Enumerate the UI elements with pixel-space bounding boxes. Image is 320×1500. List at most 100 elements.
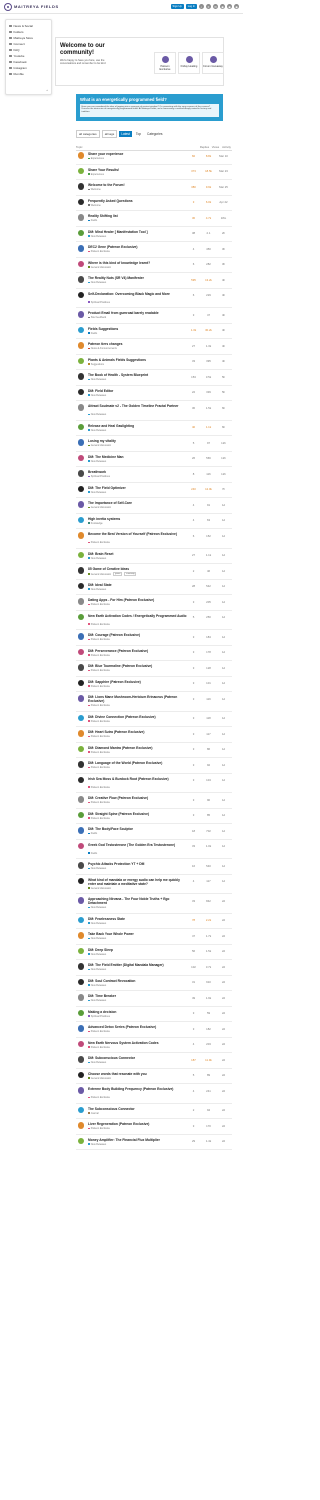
activity-time[interactable]: 2d: [218, 1027, 229, 1031]
author-avatar[interactable]: [78, 551, 85, 559]
activity-time[interactable]: 3h: [218, 262, 229, 266]
topic-title[interactable]: Share your experience: [88, 152, 188, 156]
activity-time[interactable]: Mar 23: [218, 169, 229, 173]
topic-title[interactable]: DM: The Body/Face Sculptor: [88, 827, 188, 831]
topic-title[interactable]: Patreon tiers changes: [88, 342, 188, 346]
topic-row[interactable]: Choose words that resonate with you Gener…: [76, 1069, 232, 1084]
activity-time[interactable]: 2h: [218, 231, 229, 235]
topic-row[interactable]: High inertia systems Knowledge 4 63 1d: [76, 514, 232, 529]
author-avatar[interactable]: [78, 679, 85, 687]
topic-row[interactable]: DM: Fearlessness State New Releases 78 2.2k…: [76, 914, 232, 929]
topic-row[interactable]: DM: Diamond Mantra (Patreon Exclusive) Pa…: [76, 743, 232, 758]
topic-category[interactable]: Spiritual Practices: [88, 475, 110, 478]
topic-row[interactable]: DM: Mind Healer [ Manifestation Tool ] Ne…: [76, 227, 232, 242]
categories-dropdown[interactable]: all categories: [76, 130, 100, 138]
topic-tag[interactable]: creativity: [124, 572, 137, 576]
author-avatar[interactable]: [78, 664, 85, 671]
topic-row[interactable]: Frequently Asked Questions Welcome 3 6.0k Ap…: [76, 196, 232, 211]
topic-title[interactable]: Psychic Attacks Protection YT + DM: [88, 862, 188, 866]
topic-title[interactable]: Where is this kind of knowledge learnt?: [88, 261, 188, 265]
author-avatar[interactable]: [78, 1106, 85, 1114]
author-avatar[interactable]: [78, 245, 85, 252]
author-avatar[interactable]: [78, 877, 85, 885]
activity-time[interactable]: 1d: [218, 829, 229, 833]
topic-row[interactable]: Product Email from gumroad barely readab…: [76, 308, 232, 324]
welcome-card-giveaway[interactable]: Forum Giveaway: [202, 52, 224, 74]
topic-category[interactable]: News & Announcements: [88, 347, 117, 350]
welcome-card-healing[interactable]: Friday Healing: [178, 52, 200, 74]
social-icon-2[interactable]: ◉: [227, 4, 232, 9]
activity-time[interactable]: 4h: [218, 328, 229, 332]
topic-category[interactable]: Patreon Exclusive: [88, 1046, 110, 1049]
author-avatar[interactable]: [78, 183, 85, 190]
topic-category[interactable]: Patreon Exclusive: [88, 735, 110, 738]
topic-title[interactable]: DM: Perseverance (Patreon Exclusive): [88, 649, 188, 653]
activity-time[interactable]: 1d: [218, 666, 229, 670]
author-avatar[interactable]: [78, 730, 85, 737]
search-icon[interactable]: ⌕: [199, 4, 204, 9]
topic-title[interactable]: DM: Deep Sleep: [88, 948, 188, 952]
author-avatar[interactable]: [78, 1137, 85, 1145]
topic-title[interactable]: What kind of mandala or energy audio can…: [88, 878, 188, 886]
topic-row[interactable]: DM: Heart Sutra (Patreon Exclusive) Patre…: [76, 727, 232, 743]
topic-title[interactable]: Plants & Animals Fields Suggestions: [88, 358, 188, 362]
topic-title[interactable]: DM: The Medicine Man: [88, 455, 188, 459]
topic-category[interactable]: Patreon Exclusive: [88, 1127, 110, 1130]
topic-category[interactable]: New Releases: [88, 429, 106, 432]
topic-title[interactable]: Irish Sea Moss & Burdock Root (Patreon E…: [88, 777, 188, 781]
topic-title[interactable]: The Importance of Self-Care: [88, 501, 188, 505]
topic-row[interactable]: Losing my vitality General discussion 5 97 1…: [76, 436, 232, 452]
topic-category[interactable]: New Releases: [88, 378, 106, 381]
activity-time[interactable]: 2d: [218, 1124, 229, 1128]
topic-category[interactable]: Welcome: [88, 188, 101, 191]
topic-row[interactable]: Greek God Testosterone (The Golden Era T…: [76, 840, 232, 859]
author-avatar[interactable]: [78, 311, 85, 318]
author-avatar[interactable]: [78, 994, 85, 1001]
topic-row[interactable]: Where is this kind of knowledge learnt? G…: [76, 258, 232, 273]
topic-row[interactable]: DM: Ideal State New Releases 28 542 1d: [76, 580, 232, 595]
activity-time[interactable]: 1d: [218, 534, 229, 538]
topic-row[interactable]: Dating Apps - For Him (Patreon Exclusive…: [76, 595, 232, 611]
activity-time[interactable]: 4h: [218, 293, 229, 297]
author-avatar[interactable]: [78, 796, 85, 803]
author-avatar[interactable]: [78, 439, 85, 446]
topic-row[interactable]: Approaching Nirvana - The Four Noble Tru…: [76, 894, 232, 914]
topic-row[interactable]: What kind of mandala or energy audio can…: [76, 875, 232, 894]
tags-dropdown[interactable]: all tags: [101, 130, 118, 138]
topic-title[interactable]: DM: Fearlessness State: [88, 917, 188, 921]
topic-row[interactable]: Advanced Detox Series (Patreon Exclusive…: [76, 1022, 232, 1038]
author-avatar[interactable]: [78, 897, 85, 904]
author-avatar[interactable]: [78, 470, 85, 477]
activity-time[interactable]: 5h: [218, 375, 229, 379]
activity-time[interactable]: 1d: [218, 813, 229, 817]
author-avatar[interactable]: [78, 501, 85, 508]
author-avatar[interactable]: [78, 198, 85, 206]
topic-title[interactable]: DM: Courage (Patreon Exclusive): [88, 633, 188, 637]
topic-title[interactable]: 85 Game of Creative Ideas: [88, 567, 188, 571]
topic-row[interactable]: DM: Divine Connection (Patreon Exclusive…: [76, 712, 232, 727]
activity-time[interactable]: 1d: [218, 697, 229, 701]
author-avatar[interactable]: [78, 152, 85, 159]
topic-row[interactable]: DM: Time Breaker New Releases 49 1.9k 2d: [76, 991, 232, 1007]
author-avatar[interactable]: [78, 326, 85, 334]
author-avatar[interactable]: [78, 276, 85, 283]
topic-category[interactable]: Patreon Exclusive: [88, 766, 110, 769]
topic-category[interactable]: New Releases: [88, 906, 106, 909]
topic-category[interactable]: Patreon Exclusive: [88, 1096, 110, 1099]
activity-time[interactable]: 6h: [218, 406, 229, 410]
topic-category[interactable]: New Releases: [88, 953, 106, 956]
topic-row[interactable]: Making a decision Spiritual Practices 3 59 2…: [76, 1007, 232, 1022]
social-icon-1[interactable]: ◉: [220, 4, 225, 9]
topic-row[interactable]: DEC2 Gene (Patreon Exclusive) Patreon Exc…: [76, 242, 232, 258]
topic-category[interactable]: Patreon Exclusive: [88, 817, 110, 820]
topic-title[interactable]: New Earth Nervous System Activation Code…: [88, 1041, 188, 1045]
topic-category[interactable]: Patreon Exclusive: [88, 250, 110, 253]
topic-row[interactable]: Plants & Animals Fields Suggestions Sugge…: [76, 355, 232, 370]
topic-title[interactable]: Fields Suggestions: [88, 327, 188, 331]
author-avatar[interactable]: [78, 648, 85, 656]
activity-time[interactable]: 2d: [218, 965, 229, 969]
topic-category[interactable]: Fields: [88, 332, 97, 335]
topic-title[interactable]: The Subconscious Connector: [88, 1107, 188, 1111]
activity-time[interactable]: 1d: [218, 615, 229, 619]
topic-row[interactable]: DM: Brain Reset New Releases 27 1.1k 1d: [76, 549, 232, 564]
